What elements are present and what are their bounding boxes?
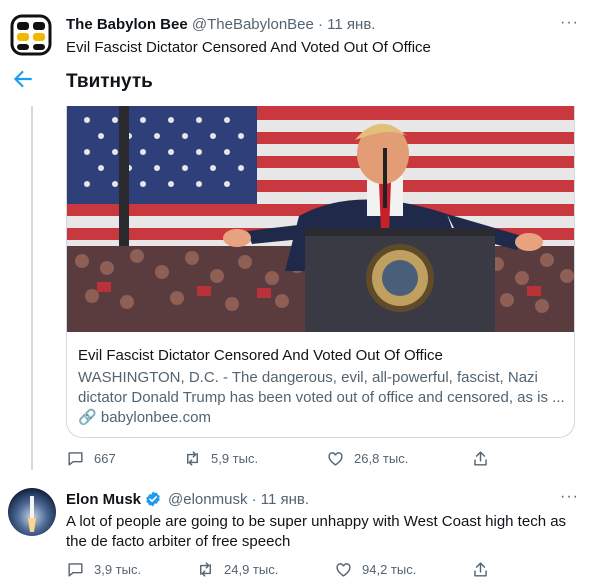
reply-button[interactable]: 3,9 тыс. bbox=[66, 560, 141, 579]
tweet2-author[interactable]: Elon Musk @elonmusk · 11 янв. bbox=[66, 490, 309, 508]
reply-count: 667 bbox=[94, 451, 116, 466]
tweet2-author-name[interactable]: Elon Musk bbox=[66, 491, 141, 508]
card-description: WASHINGTON, D.C. - The dangerous, evil, … bbox=[78, 369, 565, 406]
share-icon bbox=[474, 562, 487, 577]
like-count: 26,8 тыс. bbox=[354, 451, 409, 466]
reply-icon bbox=[68, 452, 83, 466]
like-button[interactable]: 26,8 тыс. bbox=[326, 449, 408, 468]
thread-line bbox=[31, 106, 33, 470]
retweet-count: 5,9 тыс. bbox=[211, 451, 259, 466]
share-icon bbox=[474, 451, 487, 466]
tweet2-text: A lot of people are going to be super un… bbox=[66, 513, 567, 550]
retweet-icon bbox=[200, 562, 211, 577]
reply-icon bbox=[68, 563, 83, 577]
page-title: Твитнуть bbox=[66, 71, 153, 92]
link-icon: 🔗 bbox=[78, 409, 97, 426]
share-button[interactable] bbox=[471, 560, 499, 579]
more-icon[interactable]: ··· bbox=[560, 14, 579, 32]
like-count: 94,2 тыс. bbox=[362, 562, 417, 577]
retweet-icon bbox=[187, 451, 198, 466]
share-button[interactable] bbox=[471, 449, 499, 468]
like-icon bbox=[328, 452, 343, 466]
avatar[interactable] bbox=[8, 488, 56, 536]
more-icon[interactable]: ··· bbox=[560, 488, 579, 506]
card-image[interactable] bbox=[67, 106, 574, 332]
babylon-bee-logo[interactable] bbox=[8, 14, 54, 56]
reply-button[interactable]: 667 bbox=[66, 449, 116, 468]
card-link[interactable]: 🔗 babylonbee.com bbox=[78, 408, 211, 426]
quoted-author-handle[interactable]: @TheBabylonBee · 11 янв. bbox=[192, 16, 376, 33]
card-domain[interactable]: babylonbee.com bbox=[101, 409, 211, 426]
retweet-count: 24,9 тыс. bbox=[224, 562, 279, 577]
retweet-button[interactable]: 24,9 тыс. bbox=[196, 560, 278, 579]
retweet-button[interactable]: 5,9 тыс. bbox=[183, 449, 258, 468]
quoted-author-name[interactable]: The Babylon Bee bbox=[66, 16, 188, 33]
quoted-author[interactable]: The Babylon Bee @TheBabylonBee · 11 янв. bbox=[66, 16, 375, 33]
quoted-tweet-text: Evil Fascist Dictator Censored And Voted… bbox=[66, 39, 431, 56]
reply-count: 3,9 тыс. bbox=[94, 562, 142, 577]
link-card[interactable]: Evil Fascist Dictator Censored And Voted… bbox=[66, 106, 575, 438]
verified-icon bbox=[146, 491, 160, 507]
like-icon bbox=[336, 563, 351, 577]
card-title[interactable]: Evil Fascist Dictator Censored And Voted… bbox=[78, 347, 443, 364]
back-arrow-icon[interactable] bbox=[10, 66, 36, 92]
like-button[interactable]: 94,2 тыс. bbox=[334, 560, 416, 579]
tweet2-author-handle[interactable]: @elonmusk · 11 янв. bbox=[168, 491, 309, 508]
